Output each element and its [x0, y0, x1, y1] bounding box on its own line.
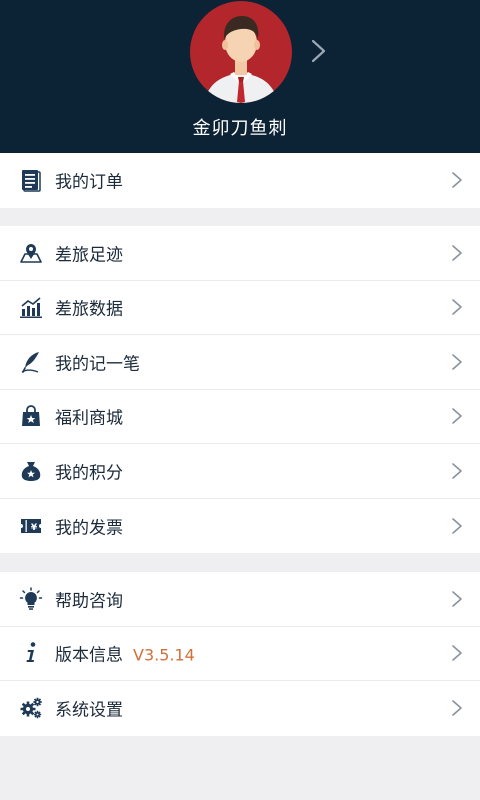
menu-item-invoices[interactable]: ¥ 我的发票	[0, 499, 480, 554]
chevron-right-icon	[452, 244, 462, 261]
chevron-right-icon	[452, 700, 462, 717]
chevron-right-icon	[452, 299, 462, 316]
avatar-person-icon	[204, 16, 278, 103]
menu-item-label: 我的记一笔	[55, 354, 140, 375]
menu-item-label: 版本信息 V3.5.14	[55, 641, 195, 666]
money-bag-icon	[21, 461, 41, 481]
menu-group-travel: 差旅足迹 差旅数据 我的记一笔 福利商城 我的积分 ¥ 我的发票	[0, 226, 480, 553]
menu-item-help[interactable]: 帮助咨询	[0, 572, 480, 627]
menu-item-label: 福利商城	[55, 408, 123, 429]
menu-item-label: 我的积分	[55, 463, 123, 484]
chevron-right-icon	[452, 590, 462, 607]
lightbulb-icon	[19, 587, 43, 610]
map-pin-icon	[20, 243, 42, 263]
bar-chart-icon	[20, 297, 42, 319]
chevron-right-icon	[452, 353, 462, 370]
chevron-right-icon	[452, 645, 462, 662]
menu-item-version[interactable]: 版本信息 V3.5.14	[0, 627, 480, 681]
menu-item-welfare-mall[interactable]: 福利商城	[0, 390, 480, 444]
chevron-right-icon[interactable]	[309, 38, 329, 64]
menu-item-orders[interactable]: 我的订单	[0, 153, 480, 208]
version-label: 版本信息	[55, 645, 123, 666]
version-number: V3.5.14	[133, 645, 195, 665]
menu-item-label: 系统设置	[55, 700, 123, 721]
menu-item-label: 我的发票	[55, 518, 123, 539]
menu-item-label: 我的订单	[55, 172, 123, 193]
shopping-bag-icon	[22, 405, 40, 427]
menu-group-orders: 我的订单	[0, 153, 480, 208]
menu-item-travel-data[interactable]: 差旅数据	[0, 281, 480, 335]
avatar[interactable]	[190, 1, 292, 103]
chevron-right-icon	[452, 462, 462, 479]
chevron-right-icon	[452, 517, 462, 534]
menu-group-system: 帮助咨询 版本信息 V3.5.14 系统设置	[0, 572, 480, 736]
menu-item-points[interactable]: 我的积分	[0, 444, 480, 499]
info-icon	[26, 642, 36, 663]
chevron-right-icon	[452, 408, 462, 425]
username: 金卯刀鱼刺	[192, 118, 288, 139]
menu-item-label: 差旅足迹	[55, 245, 123, 266]
menu-item-settings[interactable]: 系统设置	[0, 681, 480, 736]
svg-text:¥: ¥	[31, 523, 38, 533]
menu-item-notes[interactable]: 我的记一笔	[0, 335, 480, 390]
menu-item-travel-footprint[interactable]: 差旅足迹	[0, 226, 480, 281]
menu-item-label: 帮助咨询	[55, 591, 123, 612]
profile-header: 金卯刀鱼刺	[0, 0, 480, 153]
chevron-right-icon	[452, 172, 462, 189]
quill-icon	[21, 351, 39, 373]
orders-list-icon	[22, 170, 41, 192]
gears-icon	[20, 698, 42, 719]
invoice-ticket-icon: ¥	[21, 518, 41, 533]
menu-item-label: 差旅数据	[55, 299, 123, 320]
